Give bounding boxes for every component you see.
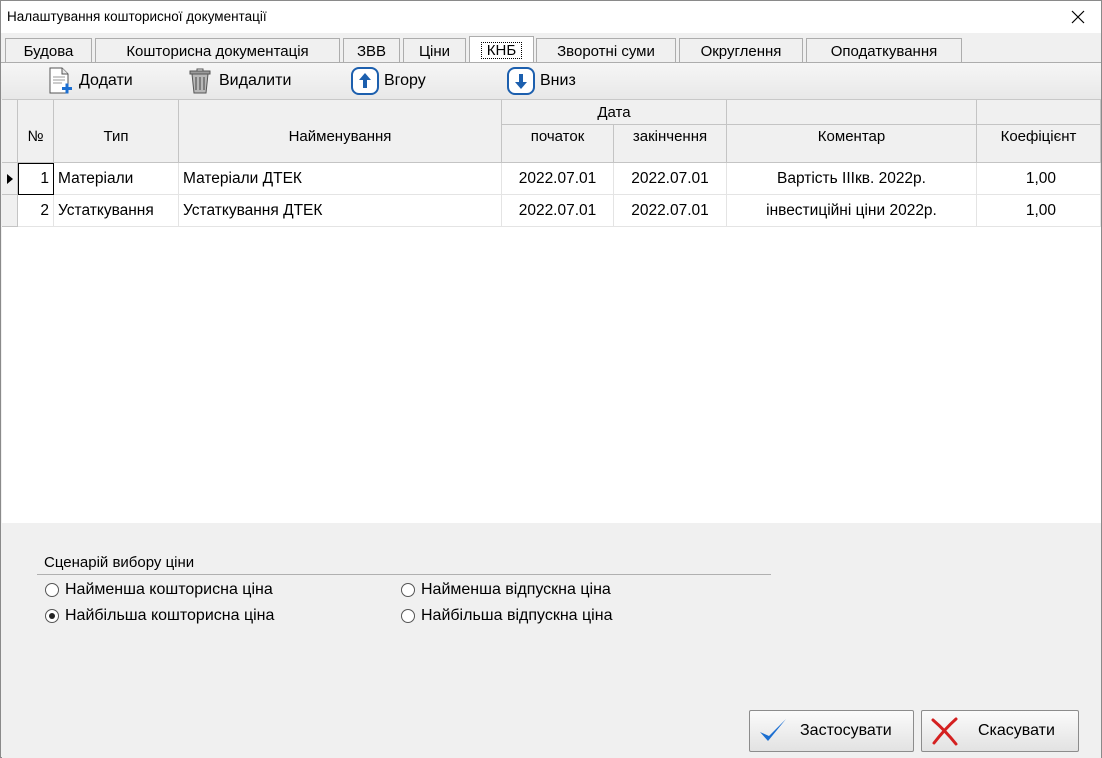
column-header-label: № [27, 128, 44, 145]
column-header-label: Тип [103, 128, 129, 145]
row-indicator-header [2, 100, 18, 163]
cell-comment[interactable]: інвестиційні ціни 2022р. [727, 195, 977, 227]
cancel-label: Скасувати [978, 722, 1055, 739]
radio-button-icon [401, 583, 415, 597]
tab-label: Ціни [418, 42, 451, 60]
tab-zvorotni-sumy[interactable]: Зворотні суми [536, 38, 676, 63]
tab-opodatkuvannia[interactable]: Оподаткування [806, 38, 962, 63]
column-header-name[interactable]: Найменування [179, 100, 502, 163]
radio-label: Найменша кошторисна ціна [65, 581, 273, 598]
column-header-end[interactable]: закінчення [614, 125, 727, 163]
move-down-button[interactable]: Вниз [506, 66, 576, 96]
row-indicator [2, 163, 18, 195]
move-down-label: Вниз [540, 72, 576, 89]
cell-comment[interactable]: Вартість IIIкв. 2022р. [727, 163, 977, 195]
radio-button-checked-icon [45, 609, 59, 623]
checkmark-icon [760, 719, 786, 741]
radio-label: Найбільша відпускна ціна [421, 607, 613, 624]
tab-label: Округлення [700, 42, 782, 60]
apply-label: Застосувати [800, 722, 892, 739]
tab-okruhlennia[interactable]: Округлення [679, 38, 803, 63]
tab-label: Оподаткування [830, 42, 938, 60]
column-header-label: закінчення [632, 128, 708, 145]
cell-coefficient[interactable]: 1,00 [977, 195, 1101, 227]
tab-tsiny[interactable]: Ціни [403, 38, 466, 63]
close-icon [1071, 10, 1085, 24]
move-up-label: Вгору [384, 72, 426, 89]
window-title: Налаштування кошторисної документації [7, 9, 267, 24]
column-header-coefficient[interactable]: Коефіцієнт [977, 125, 1101, 163]
title-bar: Налаштування кошторисної документації [1, 1, 1101, 33]
column-header-label: Коефіцієнт [1000, 128, 1077, 145]
cross-icon [931, 717, 958, 746]
settings-dialog: Налаштування кошторисної документації Бу… [0, 0, 1102, 758]
delete-button[interactable]: Видалити [185, 66, 291, 96]
radio-label: Найменша відпускна ціна [421, 581, 611, 598]
add-label: Додати [79, 72, 133, 89]
cell-start-date[interactable]: 2022.07.01 [502, 195, 614, 227]
knb-table: № Тип Найменування Дата початок закінчен… [2, 99, 1101, 523]
add-button[interactable]: Додати [45, 66, 133, 96]
radio-highest-retail-price[interactable]: Найбільша відпускна ціна [401, 607, 612, 625]
cell-coefficient[interactable]: 1,00 [977, 163, 1101, 195]
radio-button-icon [45, 583, 59, 597]
cell-start-date[interactable]: 2022.07.01 [502, 163, 614, 195]
tab-label: Зворотні суми [557, 42, 655, 60]
column-header-type[interactable]: Тип [54, 100, 179, 163]
tab-label: ЗВВ [356, 42, 387, 60]
radio-lowest-estimate-price[interactable]: Найменша кошторисна ціна [45, 581, 273, 599]
close-button[interactable] [1055, 1, 1101, 33]
column-header-comment-top [727, 100, 977, 125]
radio-label: Найбільша кошторисна ціна [65, 607, 275, 624]
column-header-comment[interactable]: Коментар [727, 125, 977, 163]
group-divider [37, 574, 771, 575]
current-row-arrow-icon [6, 173, 13, 184]
add-document-icon [49, 67, 72, 94]
cell-number[interactable]: 2 [18, 195, 54, 227]
column-header-number[interactable]: № [18, 100, 54, 163]
row-indicator [2, 195, 18, 227]
cancel-button[interactable]: Скасувати [921, 710, 1079, 752]
cell-type[interactable]: Устаткування [54, 195, 179, 227]
radio-button-icon [401, 609, 415, 623]
cell-number[interactable]: 1 [18, 163, 54, 195]
column-header-label: початок [530, 128, 585, 145]
column-group-date: Дата [502, 100, 727, 125]
arrow-up-icon [351, 67, 379, 95]
tab-zvv[interactable]: ЗВВ [343, 38, 400, 63]
cell-name[interactable]: Устаткування ДТЕК [179, 195, 502, 227]
arrow-down-icon [507, 67, 535, 95]
tab-knb[interactable]: КНБ [469, 36, 534, 63]
cell-end-date[interactable]: 2022.07.01 [614, 195, 727, 227]
tab-budova[interactable]: Будова [5, 38, 92, 63]
trash-can-icon [189, 68, 211, 94]
radio-lowest-retail-price[interactable]: Найменша відпускна ціна [401, 581, 611, 599]
cell-name[interactable]: Матеріали ДТЕК [179, 163, 502, 195]
radio-highest-estimate-price[interactable]: Найбільша кошторисна ціна [45, 607, 274, 625]
column-header-coef-top [977, 100, 1101, 125]
tab-strip: Будова Кошторисна документація ЗВВ Ціни … [1, 33, 1101, 63]
column-header-label: Найменування [288, 128, 392, 145]
tab-label: КНБ [480, 41, 523, 59]
tab-koshtorysna-dokumentatsiia[interactable]: Кошторисна документація [95, 38, 340, 63]
column-header-start[interactable]: початок [502, 125, 614, 163]
cell-type[interactable]: Матеріали [54, 163, 179, 195]
tab-label: Кошторисна документація [126, 42, 309, 60]
move-up-button[interactable]: Вгору [350, 66, 426, 96]
delete-label: Видалити [219, 72, 292, 89]
tab-label: Будова [23, 42, 74, 60]
toolbar: Додати Видалити Вгору Вниз [1, 63, 1101, 99]
price-scenario-title: Сценарій вибору ціни [44, 554, 195, 571]
column-group-label: Дата [597, 103, 631, 121]
column-header-label: Коментар [817, 128, 886, 145]
cell-end-date[interactable]: 2022.07.01 [614, 163, 727, 195]
apply-button[interactable]: Застосувати [749, 710, 914, 752]
